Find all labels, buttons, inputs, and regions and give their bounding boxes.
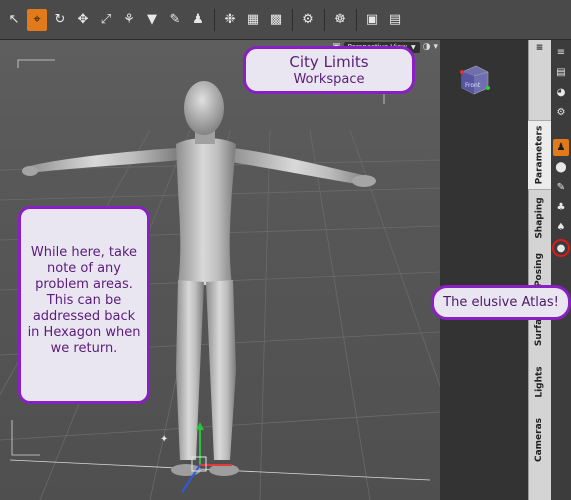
atlas-callout-text: The elusive Atlas! [443,295,559,310]
rotate-tool-icon[interactable]: ↻ [50,9,70,31]
main-toolbar: ↖ ⌖ ↻ ✥ ⤢ ⚘ ▼ ✎ ♟ ❉ ▦ ▩ ⚙ ☸ ▣ ▤ [0,0,571,40]
power-pose-icon[interactable]: ▩ [266,9,286,31]
translate-tool-icon[interactable]: ✥ [73,9,93,31]
tab-cameras[interactable]: Cameras [528,410,551,470]
toolbar-divider [324,8,325,31]
atlas-callout: The elusive Atlas! [431,285,571,320]
joint-editor-icon[interactable]: ⚘ [119,9,139,31]
view-cube-face-label: Front [465,82,481,89]
tab-cameras-label: Cameras [534,417,545,463]
chevron-down-icon[interactable]: ▾ [433,42,438,52]
tab-parameters-label: Parameters [534,125,545,185]
node-selection-icon[interactable]: ♟ [188,9,208,31]
content-library-icon[interactable]: ▤ [553,64,569,81]
pose-tools-icon[interactable]: ♟ [553,139,569,156]
tab-lights-label: Lights [534,366,545,398]
settings-gear-icon[interactable]: ⚙ [553,104,569,121]
workspace-title-line1: City Limits [289,53,369,71]
active-pose-icon[interactable]: ❉ [220,9,240,31]
smart-content-icon[interactable]: ◕ [553,84,569,101]
app-window: ↖ ⌖ ↻ ✥ ⤢ ⚘ ▼ ✎ ♟ ❉ ▦ ▩ ⚙ ☸ ▣ ▤ ✦ ▼ ◑ ▾ … [0,0,571,500]
surfaces-icon[interactable]: ⬤ [553,159,569,176]
toolbar-divider [214,8,215,31]
region-navigator-icon[interactable]: ▦ [243,9,263,31]
pane-icon-column: ≡ ▤ ◕ ⚙ ♟ ⬤ ✎ ♣ ♠ ● [551,40,571,500]
render-window-icon[interactable]: ▤ [385,9,405,31]
shaping-icon[interactable]: ✎ [553,179,569,196]
tab-lights[interactable]: Lights [528,354,551,410]
tab-parameters[interactable]: Parameters [528,120,551,190]
problem-areas-note: While here, take note of any problem are… [18,206,150,404]
toolbar-divider [292,8,293,31]
viewport-side-area [440,40,528,500]
workspace-title-line2: Workspace [293,72,365,87]
pane-menu-button[interactable]: ≡ [528,40,551,56]
tab-shaping[interactable]: Shaping [528,190,551,246]
geometry-editor-icon[interactable]: ▼ [142,9,162,31]
surface-selection-icon[interactable]: ✎ [165,9,185,31]
view-cube[interactable]: Front [456,62,492,98]
render-icon[interactable]: ⚙ [298,9,318,31]
scale-tool-icon[interactable]: ⤢ [96,9,116,31]
property-icon[interactable]: ♠ [553,219,569,236]
camera-icon[interactable]: ▣ [362,9,382,31]
draw-style-icon[interactable]: ◑ [423,42,431,52]
light-marker-icon: ✦ [160,434,168,445]
universal-tool-icon[interactable]: ⌖ [27,8,47,31]
texture-atlas-icon[interactable]: ● [552,239,570,257]
scene-icon[interactable]: ≡ [553,44,569,61]
toolbar-divider [356,8,357,31]
tab-shaping-label: Shaping [534,197,545,239]
problem-areas-note-text: While here, take note of any problem are… [27,245,141,356]
tab-posing-label: Posing [534,252,545,288]
workspace-title-callout: City Limits Workspace [243,46,415,94]
figure-setup-icon[interactable]: ♣ [553,199,569,216]
render-settings-icon[interactable]: ☸ [330,9,350,31]
pointer-tool-icon[interactable]: ↖ [4,9,24,31]
